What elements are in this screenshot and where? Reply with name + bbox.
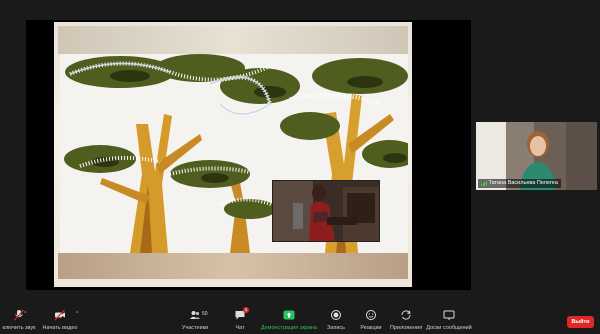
share-screen-button[interactable]: Демонстрация экрана bbox=[260, 306, 318, 334]
chat-label: Чат bbox=[235, 325, 245, 331]
whiteboard-button[interactable]: Доски сообщений bbox=[426, 306, 472, 334]
apps-label: Приложения bbox=[389, 325, 423, 331]
apps-button[interactable]: Приложения bbox=[388, 306, 424, 334]
slide-bottom-band bbox=[58, 253, 408, 279]
signal-strength-icon bbox=[481, 181, 487, 186]
share-screen-icon bbox=[283, 310, 295, 320]
participants-count: 50 bbox=[202, 311, 208, 317]
participant-name: Татана Васильева Пелегеа bbox=[488, 180, 558, 186]
share-screen-label: Демонстрация экрана bbox=[260, 325, 318, 331]
mute-button[interactable]: ключить звук bbox=[2, 306, 36, 334]
record-button[interactable]: Запись bbox=[322, 306, 350, 334]
leave-meeting-button[interactable]: Выйти bbox=[567, 316, 594, 328]
participant-video-tile[interactable]: Татана Васильева Пелегеа bbox=[476, 122, 597, 190]
participants-icon bbox=[190, 311, 200, 319]
apps-icon bbox=[401, 310, 411, 320]
video-label: Начать видео bbox=[42, 325, 78, 331]
video-camera-off-icon bbox=[54, 309, 65, 321]
speaker-video-thumbnail[interactable] bbox=[272, 180, 380, 242]
record-icon bbox=[331, 310, 341, 320]
reactions-label: Реакции bbox=[360, 325, 382, 331]
video-options-caret[interactable]: ^ bbox=[76, 311, 78, 317]
chat-unread-badge: 1 bbox=[243, 307, 249, 313]
start-video-button[interactable]: Начать видео bbox=[40, 306, 80, 334]
meeting-toolbar: ключить звук ^ Начать видео ^ 50 Участни… bbox=[0, 306, 600, 334]
reactions-button[interactable]: Реакции bbox=[356, 306, 386, 334]
chat-button[interactable]: 1 Чат bbox=[228, 306, 252, 334]
participants-label: Участники bbox=[181, 325, 209, 331]
whiteboard-label: Доски сообщений bbox=[426, 325, 472, 331]
mute-options-caret[interactable]: ^ bbox=[24, 311, 26, 317]
record-label: Запись bbox=[326, 325, 346, 331]
mute-label: ключить звук bbox=[2, 325, 36, 331]
whiteboard-icon bbox=[443, 310, 455, 320]
slide-top-band bbox=[58, 26, 408, 54]
smiley-icon bbox=[366, 310, 376, 320]
participant-name-label: Татана Васильева Пелегеа bbox=[478, 179, 561, 188]
participants-button[interactable]: 50 Участники bbox=[178, 306, 212, 334]
